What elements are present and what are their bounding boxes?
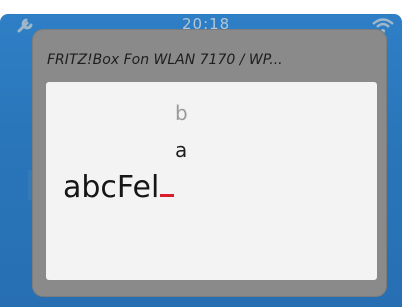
text-entry-line[interactable]: abcFel xyxy=(63,170,175,205)
device-screen: 20:18 FRITZ!Box Fon WLAN 7170 / WP... b … xyxy=(0,0,402,307)
text-cursor xyxy=(160,194,175,197)
text-input-dialog: FRITZ!Box Fon WLAN 7170 / WP... b a abcF… xyxy=(33,30,386,296)
dialog-title: FRITZ!Box Fon WLAN 7170 / WP... xyxy=(47,52,283,68)
candidate-letter-a[interactable]: a xyxy=(175,138,187,162)
entered-text: abcFel xyxy=(63,170,160,205)
input-area[interactable]: b a abcFel xyxy=(46,82,377,280)
wrench-icon xyxy=(16,16,38,34)
candidate-letter-b[interactable]: b xyxy=(175,101,188,125)
